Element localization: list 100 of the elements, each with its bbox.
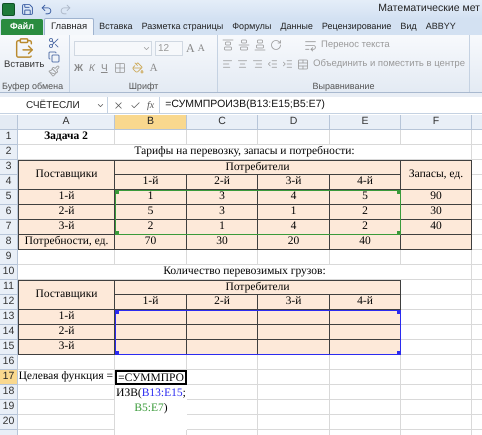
column-heading: Запасы, ед. xyxy=(408,167,464,182)
ribbon-tab[interactable]: Данные xyxy=(276,19,317,35)
align-middle-icon[interactable] xyxy=(238,39,250,52)
select-all-corner[interactable] xyxy=(0,115,18,130)
row-header[interactable]: 1 xyxy=(0,130,18,145)
undo-icon[interactable] xyxy=(40,2,53,16)
row-header[interactable]: 6 xyxy=(0,205,18,220)
sheet-cell xyxy=(401,340,472,355)
app-logo-icon[interactable] xyxy=(2,2,15,16)
align-center-icon[interactable] xyxy=(237,58,248,70)
align-bottom-icon[interactable] xyxy=(254,39,266,52)
table-cell-text: 30 xyxy=(216,234,228,250)
enter-icon[interactable] xyxy=(130,100,141,110)
window-title: Математические мет xyxy=(378,1,480,16)
table-caption: Тарифы на перевозку, запасы и потребности: xyxy=(134,144,355,160)
row-header[interactable]: 8 xyxy=(0,235,18,250)
sheet-cell xyxy=(401,355,472,370)
merge-icon[interactable] xyxy=(297,58,310,71)
sheet-cell xyxy=(401,295,472,310)
row-heading: 2-й xyxy=(58,204,74,220)
table-cell-text: 90 xyxy=(430,189,442,204)
column-header[interactable]: E xyxy=(330,115,401,130)
table-cell-text: 40 xyxy=(359,234,371,250)
sheet-cell xyxy=(401,385,472,400)
row-header[interactable]: 16 xyxy=(0,355,18,370)
row-header[interactable]: 5 xyxy=(0,190,18,205)
table-cell-text: 2 xyxy=(362,204,368,220)
row-header[interactable]: 11 xyxy=(0,280,18,295)
ribbon-tab[interactable]: ABBYY xyxy=(422,19,460,35)
font-name-field[interactable] xyxy=(74,40,152,56)
row-label: Целевая функция = xyxy=(18,369,113,384)
paste-button[interactable]: Вставить xyxy=(4,59,44,71)
column-heading: 2-й xyxy=(214,174,230,190)
row-header[interactable]: 17 xyxy=(0,370,18,385)
row-header[interactable]: 7 xyxy=(0,220,18,235)
column-heading: 3-й xyxy=(286,174,302,190)
row-header[interactable]: 10 xyxy=(0,265,18,280)
column-heading: 3-й xyxy=(286,294,302,310)
ribbon-tab[interactable]: Формулы xyxy=(228,19,276,35)
group-label: Шрифт xyxy=(128,81,160,92)
column-heading: 1-й xyxy=(142,294,158,310)
indent-increase-icon[interactable] xyxy=(282,58,294,70)
sheet-cell xyxy=(187,130,258,145)
cancel-icon[interactable] xyxy=(113,100,124,110)
row-header[interactable]: 19 xyxy=(0,400,18,415)
sheet-cell xyxy=(330,130,401,145)
column-header[interactable]: C xyxy=(187,115,258,130)
sheet-cell xyxy=(401,310,472,325)
row-header[interactable]: 4 xyxy=(0,175,18,190)
sheet-cell xyxy=(258,355,330,370)
table-cell-text: 2 xyxy=(362,219,368,234)
sheet-cell xyxy=(330,370,401,385)
row-header[interactable]: 2 xyxy=(0,145,18,160)
format-painter-icon[interactable] xyxy=(48,65,60,77)
indent-decrease-icon[interactable] xyxy=(267,58,278,70)
row-header[interactable]: 9 xyxy=(0,250,18,265)
ribbon-tab[interactable]: Вид xyxy=(396,19,421,35)
file-tab[interactable]: Файл xyxy=(1,19,43,35)
insert-function-button[interactable]: fx xyxy=(147,98,154,112)
paste-icon[interactable] xyxy=(13,37,36,59)
align-right-icon[interactable] xyxy=(252,58,264,70)
row-header[interactable]: 12 xyxy=(0,295,18,310)
row-header[interactable]: 14 xyxy=(0,325,18,340)
sheet-title: Задача 2 xyxy=(44,129,88,144)
row-header[interactable]: 13 xyxy=(0,310,18,325)
cell-editor[interactable]: =СУММПРОИЗВ(B13:E15; B5:E7) xyxy=(115,370,187,430)
ribbon-tab[interactable]: Рецензирование xyxy=(318,19,396,35)
ribbon-tab[interactable]: Разметка страницы xyxy=(138,19,228,35)
redo-icon[interactable] xyxy=(59,2,72,16)
fill-color-icon[interactable] xyxy=(132,62,144,74)
save-icon[interactable] xyxy=(21,2,34,16)
borders-icon[interactable] xyxy=(114,62,126,74)
row-heading: Потребности, ед. xyxy=(24,234,108,250)
formula-field[interactable]: =СУММПРОИЗВ(B13:E15;B5:E7) xyxy=(160,97,482,113)
table-cell-text: 4 xyxy=(290,219,296,234)
ribbon-tab[interactable]: Вставка xyxy=(95,19,137,35)
column-header[interactable]: F xyxy=(401,115,472,130)
orientation-icon[interactable] xyxy=(270,39,282,52)
row-header[interactable]: 15 xyxy=(0,340,18,355)
column-heading: 1-й xyxy=(142,174,158,190)
column-header[interactable]: A xyxy=(18,115,115,130)
copy-icon[interactable] xyxy=(48,51,60,63)
table-cell-text: 4 xyxy=(290,189,296,204)
column-heading: 2-й xyxy=(214,294,230,310)
sheet-cell xyxy=(401,370,472,385)
table-cell-text: 20 xyxy=(288,234,300,250)
group-label: Буфер обмена xyxy=(1,81,64,92)
row-header[interactable]: 20 xyxy=(0,415,18,430)
wrap-text-icon[interactable] xyxy=(304,38,317,52)
align-top-icon[interactable] xyxy=(222,39,234,52)
table-cell-text: 5 xyxy=(362,189,368,204)
column-heading: Поставщики xyxy=(36,167,98,182)
column-header[interactable]: D xyxy=(258,115,330,130)
column-heading: Потребители xyxy=(226,160,290,175)
ribbon-tab[interactable]: Главная xyxy=(44,18,94,35)
row-header[interactable]: 3 xyxy=(0,160,18,175)
column-header[interactable]: B xyxy=(115,115,187,130)
cut-icon[interactable] xyxy=(48,37,60,49)
row-header[interactable]: 18 xyxy=(0,385,18,400)
align-left-icon[interactable] xyxy=(222,58,234,70)
